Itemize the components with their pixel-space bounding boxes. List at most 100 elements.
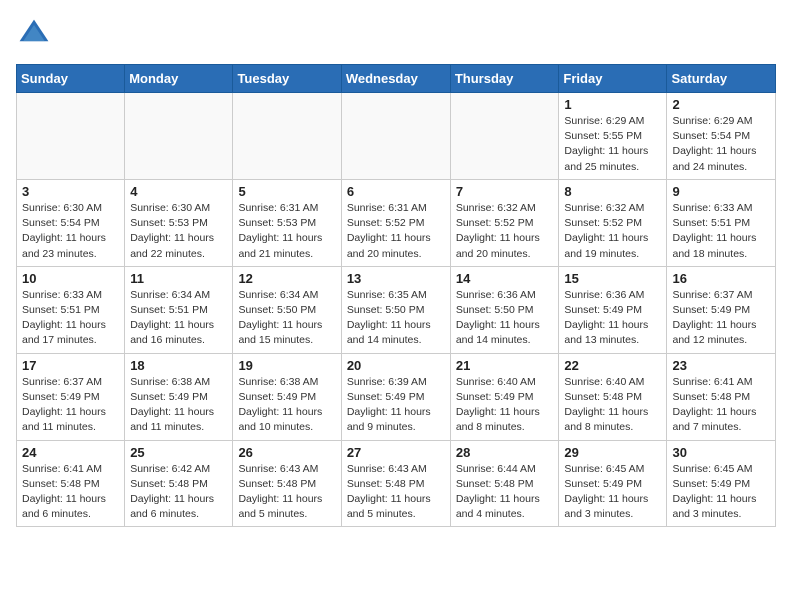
day-number: 28 [456, 445, 554, 460]
calendar-cell: 18Sunrise: 6:38 AMSunset: 5:49 PMDayligh… [125, 353, 233, 440]
calendar-cell [450, 93, 559, 180]
day-info: Sunrise: 6:39 AMSunset: 5:49 PMDaylight:… [347, 375, 445, 436]
day-number: 30 [672, 445, 770, 460]
day-number: 29 [564, 445, 661, 460]
page-header [16, 16, 776, 52]
calendar-week-3: 17Sunrise: 6:37 AMSunset: 5:49 PMDayligh… [17, 353, 776, 440]
calendar-cell: 15 Sunrise: 6:36 AMSunset: 5:49 PMDayligh… [559, 266, 667, 353]
day-info: Sunrise: 6:29 AMSunset: 5:55 PMDaylight:… [564, 114, 661, 175]
day-number: 14 [456, 271, 554, 286]
day-header-tuesday: Tuesday [233, 65, 341, 93]
calendar-cell: 25 Sunrise: 6:42 AMSunset: 5:48 PMDayligh… [125, 440, 233, 527]
calendar-cell: 1 Sunrise: 6:29 AMSunset: 5:55 PMDaylight… [559, 93, 667, 180]
calendar-cell: 2Sunrise: 6:29 AMSunset: 5:54 PMDaylight… [667, 93, 776, 180]
day-info: Sunrise: 6:40 AMSunset: 5:48 PMDaylight:… [564, 375, 661, 436]
day-info: Sunrise: 6:33 AMSunset: 5:51 PMDaylight:… [672, 201, 770, 262]
day-number: 8 [564, 184, 661, 199]
day-info: Sunrise: 6:38 AMSunset: 5:49 PMDaylight:… [238, 375, 335, 436]
calendar-cell: 20 Sunrise: 6:39 AMSunset: 5:49 PMDayligh… [341, 353, 450, 440]
day-header-wednesday: Wednesday [341, 65, 450, 93]
calendar-cell [125, 93, 233, 180]
day-info: Sunrise: 6:35 AMSunset: 5:50 PMDaylight:… [347, 288, 445, 349]
day-info: Sunrise: 6:41 AMSunset: 5:48 PMDaylight:… [22, 462, 119, 523]
calendar-cell [341, 93, 450, 180]
logo [16, 16, 58, 52]
day-info: Sunrise: 6:36 AMSunset: 5:49 PMDaylight:… [564, 288, 661, 349]
day-info: Sunrise: 6:41 AMSunset: 5:48 PMDaylight:… [672, 375, 770, 436]
day-number: 17 [22, 358, 119, 373]
day-number: 16 [672, 271, 770, 286]
calendar-cell: 28 Sunrise: 6:44 AMSunset: 5:48 PMDayligh… [450, 440, 559, 527]
calendar-cell [17, 93, 125, 180]
day-number: 24 [22, 445, 119, 460]
day-number: 22 [564, 358, 661, 373]
calendar-cell: 13 Sunrise: 6:35 AMSunset: 5:50 PMDayligh… [341, 266, 450, 353]
calendar-cell: 24 Sunrise: 6:41 AMSunset: 5:48 PMDayligh… [17, 440, 125, 527]
day-info: Sunrise: 6:34 AMSunset: 5:51 PMDaylight:… [130, 288, 227, 349]
day-number: 13 [347, 271, 445, 286]
calendar-cell: 21 Sunrise: 6:40 AMSunset: 5:49 PMDayligh… [450, 353, 559, 440]
day-number: 9 [672, 184, 770, 199]
calendar-cell: 16Sunrise: 6:37 AMSunset: 5:49 PMDayligh… [667, 266, 776, 353]
calendar-cell [233, 93, 341, 180]
day-number: 21 [456, 358, 554, 373]
day-number: 27 [347, 445, 445, 460]
calendar-cell: 27 Sunrise: 6:43 AMSunset: 5:48 PMDayligh… [341, 440, 450, 527]
day-header-thursday: Thursday [450, 65, 559, 93]
day-header-sunday: Sunday [17, 65, 125, 93]
calendar-header-row: SundayMondayTuesdayWednesdayThursdayFrid… [17, 65, 776, 93]
calendar-cell: 12 Sunrise: 6:34 AMSunset: 5:50 PMDayligh… [233, 266, 341, 353]
calendar-cell: 8 Sunrise: 6:32 AMSunset: 5:52 PMDaylight… [559, 179, 667, 266]
day-number: 5 [238, 184, 335, 199]
day-number: 12 [238, 271, 335, 286]
day-header-saturday: Saturday [667, 65, 776, 93]
calendar-week-1: 3 Sunrise: 6:30 AMSunset: 5:54 PMDaylight… [17, 179, 776, 266]
day-number: 25 [130, 445, 227, 460]
calendar-cell: 4 Sunrise: 6:30 AMSunset: 5:53 PMDaylight… [125, 179, 233, 266]
calendar-cell: 7 Sunrise: 6:32 AMSunset: 5:52 PMDaylight… [450, 179, 559, 266]
day-number: 3 [22, 184, 119, 199]
calendar-cell: 9 Sunrise: 6:33 AMSunset: 5:51 PMDaylight… [667, 179, 776, 266]
calendar-cell: 30 Sunrise: 6:45 AMSunset: 5:49 PMDayligh… [667, 440, 776, 527]
day-header-monday: Monday [125, 65, 233, 93]
day-header-friday: Friday [559, 65, 667, 93]
calendar: SundayMondayTuesdayWednesdayThursdayFrid… [16, 64, 776, 527]
day-number: 10 [22, 271, 119, 286]
day-info: Sunrise: 6:31 AMSunset: 5:53 PMDaylight:… [238, 201, 335, 262]
day-info: Sunrise: 6:42 AMSunset: 5:48 PMDaylight:… [130, 462, 227, 523]
day-number: 1 [564, 97, 661, 112]
calendar-cell: 26Sunrise: 6:43 AMSunset: 5:48 PMDayligh… [233, 440, 341, 527]
day-info: Sunrise: 6:32 AMSunset: 5:52 PMDaylight:… [456, 201, 554, 262]
day-info: Sunrise: 6:43 AMSunset: 5:48 PMDaylight:… [347, 462, 445, 523]
day-number: 23 [672, 358, 770, 373]
logo-icon [16, 16, 52, 52]
calendar-week-4: 24 Sunrise: 6:41 AMSunset: 5:48 PMDayligh… [17, 440, 776, 527]
day-number: 7 [456, 184, 554, 199]
day-info: Sunrise: 6:45 AMSunset: 5:49 PMDaylight:… [672, 462, 770, 523]
calendar-cell: 22 Sunrise: 6:40 AMSunset: 5:48 PMDayligh… [559, 353, 667, 440]
calendar-cell: 11 Sunrise: 6:34 AMSunset: 5:51 PMDayligh… [125, 266, 233, 353]
day-info: Sunrise: 6:38 AMSunset: 5:49 PMDaylight:… [130, 375, 227, 436]
day-number: 11 [130, 271, 227, 286]
day-number: 15 [564, 271, 661, 286]
day-info: Sunrise: 6:30 AMSunset: 5:54 PMDaylight:… [22, 201, 119, 262]
day-info: Sunrise: 6:36 AMSunset: 5:50 PMDaylight:… [456, 288, 554, 349]
day-number: 2 [672, 97, 770, 112]
calendar-cell: 14 Sunrise: 6:36 AMSunset: 5:50 PMDayligh… [450, 266, 559, 353]
calendar-cell: 23 Sunrise: 6:41 AMSunset: 5:48 PMDayligh… [667, 353, 776, 440]
day-number: 4 [130, 184, 227, 199]
day-info: Sunrise: 6:44 AMSunset: 5:48 PMDaylight:… [456, 462, 554, 523]
day-info: Sunrise: 6:32 AMSunset: 5:52 PMDaylight:… [564, 201, 661, 262]
calendar-cell: 6Sunrise: 6:31 AMSunset: 5:52 PMDaylight… [341, 179, 450, 266]
day-info: Sunrise: 6:45 AMSunset: 5:49 PMDaylight:… [564, 462, 661, 523]
day-info: Sunrise: 6:34 AMSunset: 5:50 PMDaylight:… [238, 288, 335, 349]
day-info: Sunrise: 6:40 AMSunset: 5:49 PMDaylight:… [456, 375, 554, 436]
day-info: Sunrise: 6:30 AMSunset: 5:53 PMDaylight:… [130, 201, 227, 262]
calendar-cell: 10 Sunrise: 6:33 AMSunset: 5:51 PMDayligh… [17, 266, 125, 353]
day-number: 20 [347, 358, 445, 373]
day-info: Sunrise: 6:33 AMSunset: 5:51 PMDaylight:… [22, 288, 119, 349]
day-number: 19 [238, 358, 335, 373]
calendar-cell: 29 Sunrise: 6:45 AMSunset: 5:49 PMDayligh… [559, 440, 667, 527]
calendar-cell: 3 Sunrise: 6:30 AMSunset: 5:54 PMDaylight… [17, 179, 125, 266]
calendar-cell: 19 Sunrise: 6:38 AMSunset: 5:49 PMDayligh… [233, 353, 341, 440]
